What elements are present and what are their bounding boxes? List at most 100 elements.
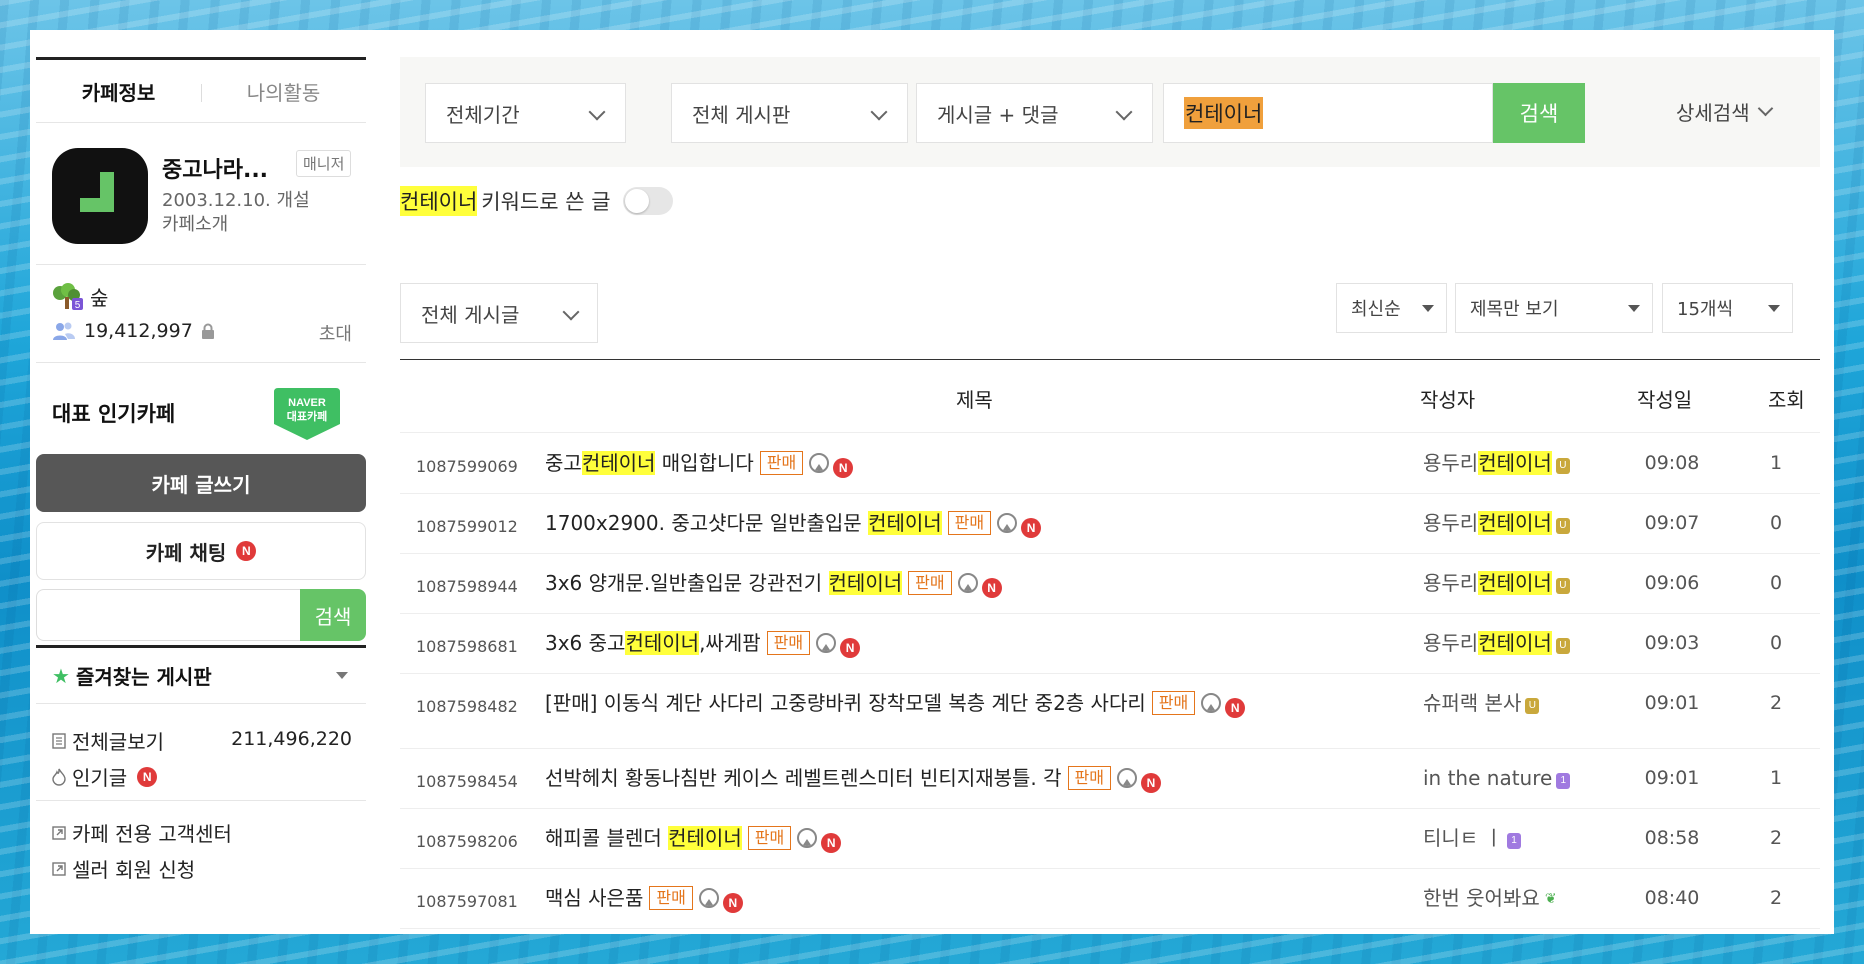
- table-row[interactable]: 1087598206 해피콜 블렌더 컨테이너 판매 N 티니ㅌ ㅣ 1 08:58 2: [400, 809, 1820, 869]
- divider: [36, 800, 366, 801]
- member-level-icon: U: [1555, 518, 1570, 534]
- tab-cafe-info[interactable]: 카페정보: [36, 60, 201, 122]
- menu-customer-center[interactable]: 카페 전용 고객센터: [52, 818, 232, 847]
- image-attached-icon: [797, 828, 818, 848]
- post-author[interactable]: 용두리컨테이너 U: [1423, 508, 1570, 538]
- grade-label: 숲: [90, 286, 109, 310]
- post-author[interactable]: 한번 웃어봐요 ❦: [1423, 883, 1558, 913]
- cafe-grade: 5 숲: [52, 282, 108, 311]
- new-icon: N: [1141, 773, 1161, 793]
- menu-seller-signup[interactable]: 셀러 회원 신청: [52, 854, 195, 883]
- keyword-posts-toggle-row: 컨테이너 키워드로 쓴 글: [400, 186, 673, 216]
- caret-down-icon: [1628, 305, 1640, 312]
- cafe-intro-link[interactable]: 카페소개: [162, 210, 228, 236]
- new-icon: N: [1021, 518, 1042, 538]
- table-row[interactable]: 1087598482 [판매] 이동식 계단 사다리 고중량바퀴 장착모델 복층 …: [400, 674, 1820, 749]
- post-title-link[interactable]: 맥심 사은품 판매 N: [545, 883, 1335, 913]
- sort-select[interactable]: 최신순: [1336, 283, 1447, 333]
- cafe-info: 중고나라... 매니저 2003.12.10. 개설 카페소개: [52, 148, 352, 248]
- cafe-write-button[interactable]: 카페 글쓰기: [36, 454, 366, 512]
- author-name: 슈퍼랙 본사: [1423, 691, 1522, 715]
- post-title-text: 선박헤치 황동나침반 케이스 레벨트렌스미터 빈티지재봉틀. 각: [545, 766, 1062, 790]
- menu-seller-signup-label: 셀러 회원 신청: [72, 858, 196, 882]
- period-select[interactable]: 전체기간: [425, 83, 626, 143]
- post-author[interactable]: in the nature 1: [1423, 763, 1571, 793]
- tab-my-activity[interactable]: 나의활동: [201, 60, 366, 122]
- chevron-down-icon: [588, 103, 606, 121]
- invite-button[interactable]: 초대: [319, 320, 352, 346]
- star-icon: ★: [52, 663, 70, 688]
- view-mode-select[interactable]: 제목만 보기: [1455, 283, 1653, 333]
- cafe-chat-button[interactable]: 카페 채팅 N: [36, 522, 366, 580]
- table-header: 제목 작성자 작성일 조회: [400, 359, 1820, 433]
- post-title-link[interactable]: 3x6 중고컨테이너,싸게팜 판매 N: [545, 628, 1335, 658]
- advanced-search-label: 상세검색: [1676, 101, 1750, 125]
- post-title-text: 1700x2900. 중고샷다문 일반출입문: [545, 511, 869, 535]
- favorite-boards-title: 즐겨찾는 게시판: [75, 665, 212, 689]
- menu-popular-label: 인기글: [72, 766, 128, 790]
- board-select-value: 전체 게시판: [692, 102, 791, 127]
- table-row[interactable]: 1087598944 3x6 양개문.일반출입문 강관전기 컨테이너 판매 N 용두리컨…: [400, 554, 1820, 614]
- table-row[interactable]: 1087599012 1700x2900. 중고샷다문 일반출입문 컨테이너 판매 N…: [400, 494, 1820, 554]
- svg-text:대표카페: 대표카페: [287, 409, 327, 423]
- search-button[interactable]: 검색: [1493, 83, 1585, 143]
- keyword-posts-toggle[interactable]: [622, 187, 673, 215]
- chevron-down-icon: [562, 303, 580, 321]
- post-date: 09:01: [1644, 692, 1700, 714]
- table-row[interactable]: 1087599069 중고컨테이너 매입합니다 판매 N 용두리컨테이너 U 09:08 1: [400, 434, 1820, 494]
- post-board-filter[interactable]: 전체 게시글: [400, 283, 598, 343]
- post-title-link[interactable]: 중고컨테이너 매입합니다 판매 N: [545, 448, 1335, 478]
- per-page-select-value: 15개씩: [1677, 299, 1734, 320]
- cafe-logo[interactable]: [52, 148, 148, 244]
- per-page-select[interactable]: 15개씩: [1662, 283, 1793, 333]
- cafe-name[interactable]: 중고나라...: [162, 152, 268, 184]
- external-link-icon: [52, 861, 66, 876]
- tree-grade-icon: 5: [53, 282, 83, 311]
- post-views: 2: [1769, 692, 1783, 714]
- new-icon: N: [840, 638, 861, 658]
- member-count[interactable]: 19,412,997: [52, 320, 215, 342]
- new-icon: N: [137, 766, 158, 787]
- cafe-founded-date: 2003.12.10. 개설: [162, 190, 310, 211]
- member-level-icon: U: [1525, 698, 1540, 714]
- post-views: 2: [1769, 887, 1783, 909]
- menu-popular-posts[interactable]: 인기글 N: [52, 762, 158, 791]
- post-title-text: [판매] 이동식 계단 사다리 고중량바퀴 장착모델 복층 계단 중2층 사다리: [545, 691, 1146, 715]
- post-title-link[interactable]: 3x6 양개문.일반출입문 강관전기 컨테이너 판매 N: [545, 568, 1335, 598]
- image-attached-icon: [698, 888, 719, 908]
- post-author[interactable]: 용두리컨테이너 U: [1423, 448, 1570, 478]
- new-icon: N: [833, 458, 854, 478]
- post-id: 1087598482: [416, 697, 518, 716]
- post-title-link[interactable]: 선박헤치 황동나침반 케이스 레벨트렌스미터 빈티지재봉틀. 각 판매 N: [545, 763, 1335, 793]
- post-author[interactable]: 티니ㅌ ㅣ1: [1423, 823, 1521, 853]
- new-icon: N: [1225, 698, 1246, 718]
- menu-all-posts[interactable]: 전체글보기: [52, 726, 164, 755]
- table-row[interactable]: 1087598681 3x6 중고컨테이너,싸게팜 판매 N 용두리컨테이너 U 09:03…: [400, 614, 1820, 674]
- image-attached-icon: [1201, 693, 1222, 713]
- member-level-icon: U: [1555, 458, 1570, 474]
- sidebar-search-input[interactable]: [36, 589, 300, 641]
- member-level-icon: 1: [1556, 773, 1571, 789]
- sidebar-search-button[interactable]: 검색: [300, 589, 366, 641]
- table-row[interactable]: 1087598454 선박헤치 황동나침반 케이스 레벨트렌스미터 빈티지재봉틀.…: [400, 749, 1820, 809]
- search-input[interactable]: 컨테이너: [1163, 83, 1493, 143]
- post-author[interactable]: 슈퍼랙 본사 U: [1423, 688, 1540, 718]
- post-author[interactable]: 용두리컨테이너 U: [1423, 568, 1570, 598]
- board-select[interactable]: 전체 게시판: [671, 83, 908, 143]
- manager-badge: 매니저: [296, 150, 352, 177]
- author-name-keyword: 컨테이너: [1478, 451, 1552, 475]
- table-row[interactable]: 1087597081 맥심 사은품 판매 N 한번 웃어봐요 ❦ 08:40 2: [400, 869, 1820, 929]
- post-title-link[interactable]: 1700x2900. 중고샷다문 일반출입문 컨테이너 판매 N: [545, 508, 1335, 538]
- author-name: 용두리: [1423, 451, 1479, 475]
- favorite-boards-header[interactable]: ★ 즐겨찾는 게시판: [36, 645, 366, 703]
- member-level-icon: U: [1555, 638, 1570, 654]
- caret-down-icon[interactable]: [336, 672, 348, 679]
- post-id: 1087599012: [416, 517, 518, 536]
- advanced-search-button[interactable]: 상세검색: [1676, 97, 1773, 126]
- scope-select[interactable]: 게시글 + 댓글: [916, 83, 1153, 143]
- post-title-keyword: 컨테이너: [668, 826, 742, 850]
- post-author[interactable]: 용두리컨테이너 U: [1423, 628, 1570, 658]
- post-title-link[interactable]: 해피콜 블렌더 컨테이너 판매 N: [545, 823, 1335, 853]
- post-title-link[interactable]: [판매] 이동식 계단 사다리 고중량바퀴 장착모델 복층 계단 중2층 사다리…: [545, 688, 1335, 718]
- chevron-down-icon: [1757, 100, 1773, 117]
